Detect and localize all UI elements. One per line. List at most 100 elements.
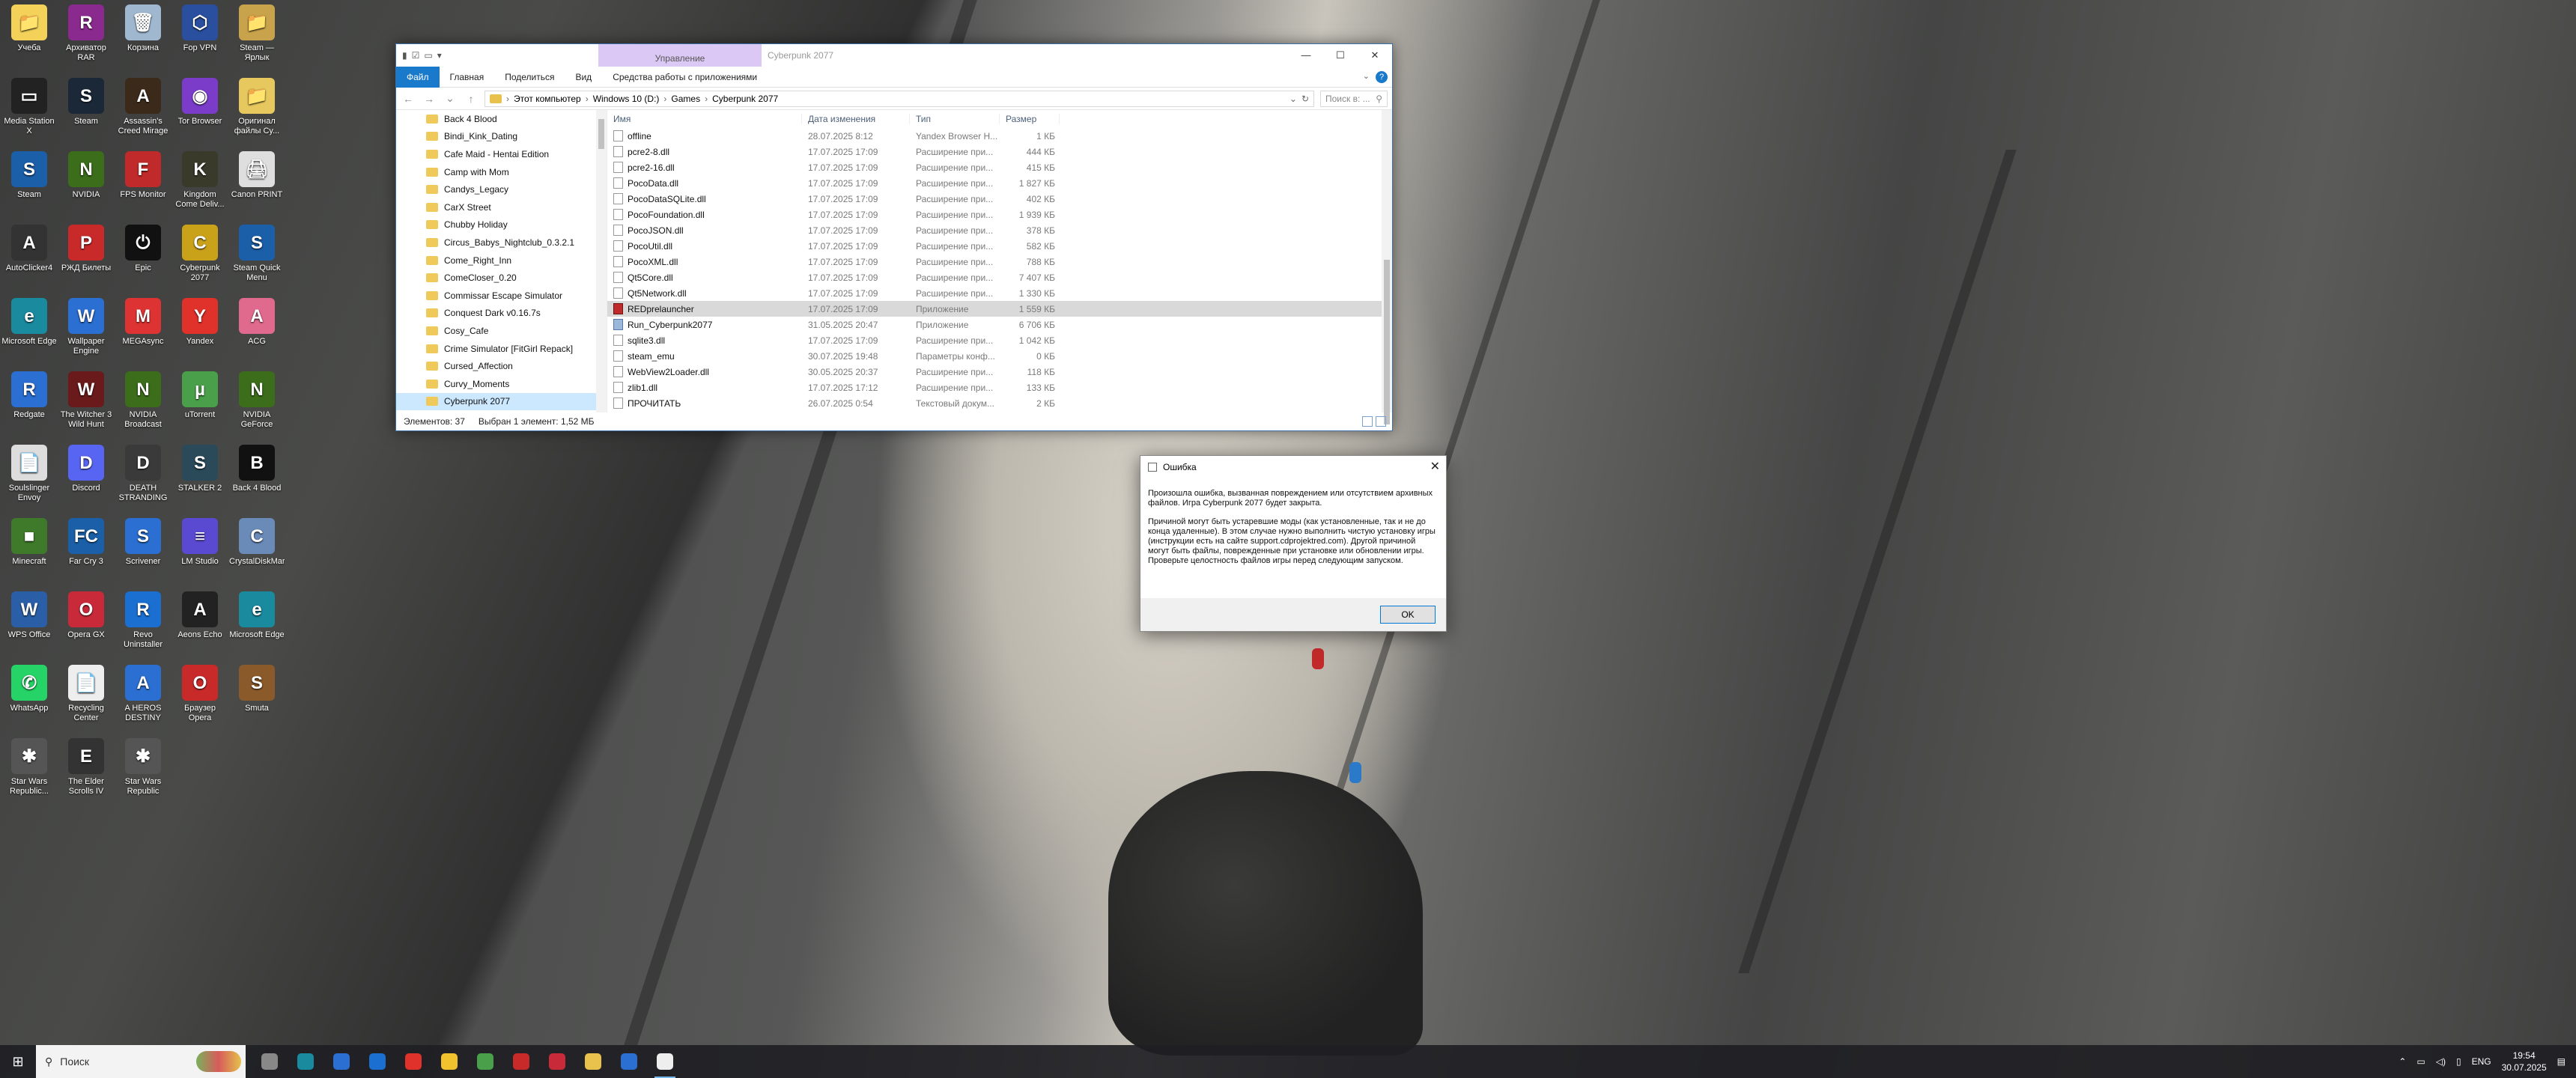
file-row[interactable]: PocoUtil.dll 17.07.2025 17:09 Расширение п… [607, 238, 1392, 254]
title-bar[interactable]: ▮ ☑ ▭ ▾ Управление Cyberpunk 2077 — ☐ ✕ [396, 44, 1392, 67]
chevron-down-icon[interactable]: ⌄ [443, 92, 458, 105]
desktop-icon[interactable]: ◉ Tor Browser [172, 75, 228, 147]
tree-item[interactable]: Curvy_Moments [396, 375, 607, 393]
desktop-icon[interactable]: 📄 Recycling Center [58, 662, 114, 734]
file-row[interactable]: PocoXML.dll 17.07.2025 17:09 Расширение пр… [607, 254, 1392, 270]
desktop-icon[interactable]: D Discord [58, 442, 114, 514]
taskbar-app-beeline[interactable] [431, 1045, 467, 1078]
up-arrow-icon[interactable]: ↑ [464, 93, 479, 105]
file-row[interactable]: steam_emu 30.07.2025 19:48 Параметры конф.… [607, 348, 1392, 364]
file-row[interactable]: sqlite3.dll 17.07.2025 17:09 Расширение пр… [607, 332, 1392, 348]
file-row[interactable]: zlib1.dll 17.07.2025 17:12 Расширение при.… [607, 380, 1392, 395]
chevron-down-icon[interactable]: ⌄ [1289, 94, 1297, 104]
desktop-icon[interactable]: e Microsoft Edge [229, 588, 285, 660]
column-date[interactable]: Дата изменения [802, 114, 910, 124]
desktop-icon[interactable]: R Revo Uninstaller [115, 588, 171, 660]
tree-item[interactable]: CarX Street [396, 198, 607, 216]
desktop-icon[interactable]: ■ Minecraft [1, 515, 57, 587]
file-row[interactable]: Qt5Core.dll 17.07.2025 17:09 Расширение пр… [607, 270, 1392, 285]
desktop-icon[interactable]: Y Yandex [172, 295, 228, 367]
desktop-icon[interactable]: ✱ Star Wars Republic... [1, 735, 57, 807]
desktop-icon[interactable]: 🖨 Canon PRINT [229, 148, 285, 220]
desktop-icon[interactable]: ≡ LM Studio [172, 515, 228, 587]
tree-item[interactable]: Camp with Mom [396, 163, 607, 181]
desktop-icon[interactable]: W The Witcher 3 Wild Hunt [58, 368, 114, 440]
desktop-icon[interactable]: Р РЖД Билеты [58, 222, 114, 293]
power-icon[interactable]: ▯ [2456, 1056, 2461, 1067]
taskbar-app-document[interactable] [647, 1045, 683, 1078]
tab-app-tools[interactable]: Средства работы с приложениями [602, 67, 768, 88]
tree-item[interactable]: Crime Simulator [FitGirl Repack] [396, 340, 607, 358]
tree-item[interactable]: Candys_Legacy [396, 180, 607, 198]
tree-item[interactable]: Conquest Dark v0.16.7s [396, 305, 607, 323]
desktop-icon[interactable]: 📁 Учеба [1, 1, 57, 73]
taskbar-app-task-view[interactable] [252, 1045, 288, 1078]
taskbar-app-explorer[interactable] [575, 1045, 611, 1078]
desktop-icon[interactable]: A Assassin's Creed Mirage [115, 75, 171, 147]
desktop-icon[interactable]: W WPS Office [1, 588, 57, 660]
file-row[interactable]: offline 28.07.2025 8:12 Yandex Browser H..… [607, 128, 1392, 144]
tree-item[interactable]: Bindi_Kink_Dating [396, 128, 607, 146]
file-scrollbar[interactable] [1382, 110, 1392, 424]
desktop-icon[interactable]: D DEATH STRANDING [115, 442, 171, 514]
help-icon[interactable]: ? [1376, 71, 1388, 83]
chevron-down-icon[interactable]: ▾ [437, 50, 442, 61]
desktop-icon[interactable]: N NVIDIA Broadcast [115, 368, 171, 440]
tree-item[interactable]: Cyberpunk 2077 [396, 392, 607, 411]
desktop-icon[interactable]: R Redgate [1, 368, 57, 440]
desktop-icon[interactable]: A ACG [229, 295, 285, 367]
tree-item[interactable]: Chubby Holiday [396, 216, 607, 234]
desktop-icon[interactable]: B Back 4 Blood [229, 442, 285, 514]
ok-button[interactable]: OK [1380, 606, 1436, 624]
desktop-icon[interactable]: S Steam Quick Menu [229, 222, 285, 293]
navigation-pane[interactable]: Back 4 Blood Bindi_Kink_Dating Cafe Maid -… [396, 110, 607, 412]
desktop-icon[interactable]: W Wallpaper Engine [58, 295, 114, 367]
tree-item[interactable]: Come_Right_Inn [396, 252, 607, 270]
file-row[interactable]: WebView2Loader.dll 30.05.2025 20:37 Расшир… [607, 364, 1392, 380]
tree-item[interactable]: Circus_Babys_Nightclub_0.3.2.1 [396, 234, 607, 252]
breadcrumb-item[interactable]: Cyberpunk 2077 [712, 94, 778, 104]
new-folder-icon[interactable]: ▭ [424, 50, 432, 61]
clock[interactable]: 19:54 30.07.2025 [2502, 1050, 2547, 1074]
minimize-button[interactable]: — [1289, 44, 1323, 67]
tiles-view-icon[interactable] [1376, 416, 1386, 427]
desktop-icon[interactable]: O Opera GX [58, 588, 114, 660]
tree-item[interactable]: Cursed_Affection [396, 357, 607, 375]
desktop-icon[interactable]: 📁 Оригинал файлы Cy... [229, 75, 285, 147]
language-indicator[interactable]: ENG [2472, 1056, 2491, 1067]
desktop-icon[interactable]: e Microsoft Edge [1, 295, 57, 367]
taskbar-app-yandex[interactable] [395, 1045, 431, 1078]
desktop-icon[interactable]: S Steam [1, 148, 57, 220]
file-row[interactable]: REDprelauncher 17.07.2025 17:09 Приложение… [607, 301, 1392, 317]
desktop-icon[interactable]: O Браузер Opera [172, 662, 228, 734]
taskbar-app-edge[interactable] [288, 1045, 323, 1078]
tab-share[interactable]: Поделиться [494, 67, 565, 88]
desktop-icon[interactable]: 📄 Soulslinger Envoy [1, 442, 57, 514]
tab-home[interactable]: Главная [440, 67, 495, 88]
forward-arrow-icon[interactable]: → [422, 93, 437, 105]
volume-icon[interactable]: ◁) [2436, 1056, 2446, 1067]
desktop-icon[interactable]: C Cyberpunk 2077 [172, 222, 228, 293]
properties-icon[interactable]: ☑ [412, 50, 420, 61]
desktop-icon[interactable]: ⬡ Fop VPN [172, 1, 228, 73]
details-view-icon[interactable] [1362, 416, 1373, 427]
file-row[interactable]: PocoDataSQLite.dll 17.07.2025 17:09 Расшир… [607, 191, 1392, 207]
desktop-icon[interactable]: F FPS Monitor [115, 148, 171, 220]
desktop-icon[interactable]: 📁 Steam — Ярлык [229, 1, 285, 73]
notifications-icon[interactable]: ▤ [2557, 1056, 2566, 1067]
maximize-button[interactable]: ☐ [1323, 44, 1358, 67]
column-size[interactable]: Размер [1000, 114, 1060, 124]
tree-item[interactable]: Back 4 Blood [396, 110, 607, 128]
desktop-icon[interactable]: N NVIDIA GeForce [229, 368, 285, 440]
desktop-icon[interactable]: ▭ Media Station X [1, 75, 57, 147]
file-row[interactable]: pcre2-16.dll 17.07.2025 17:09 Расширение п… [607, 159, 1392, 175]
taskbar-app-outlook[interactable] [359, 1045, 395, 1078]
file-row[interactable]: PocoJSON.dll 17.07.2025 17:09 Расширение п… [607, 222, 1392, 238]
scrollbar-thumb[interactable] [598, 119, 604, 149]
file-row[interactable]: Qt5Network.dll 17.07.2025 17:09 Расширение… [607, 285, 1392, 301]
chevron-up-icon[interactable]: ⌃ [2399, 1056, 2406, 1067]
desktop-icon[interactable]: E The Elder Scrolls IV [58, 735, 114, 807]
file-row[interactable]: Run_Cyberpunk2077 31.05.2025 20:47 Приложе… [607, 317, 1392, 332]
desktop-icon[interactable]: ✆ WhatsApp [1, 662, 57, 734]
taskbar-app-uget[interactable] [467, 1045, 503, 1078]
